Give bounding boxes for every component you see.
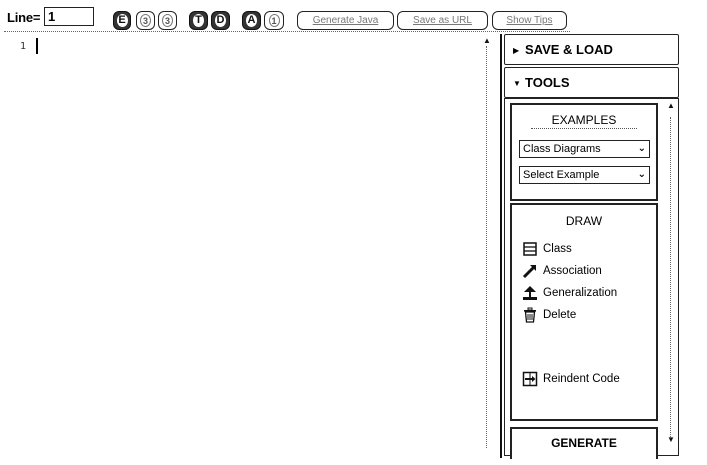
draw-class-tool[interactable]: Class (522, 241, 572, 257)
generate-title: GENERATE (551, 436, 617, 450)
trash-icon (524, 307, 536, 323)
toolbar-button-e[interactable]: E (113, 11, 131, 30)
toolbar-divider (4, 31, 570, 32)
editor-scrollbar[interactable]: ▲ (480, 36, 494, 456)
generate-box[interactable]: GENERATE (510, 427, 658, 459)
draw-title: DRAW (565, 214, 603, 228)
generate-java-button[interactable]: Generate Java (297, 11, 394, 30)
caret-right-icon: ▶ (513, 46, 520, 56)
save-load-label: SAVE & LOAD (525, 42, 613, 57)
editor-scroll-track (486, 46, 487, 448)
draw-box: DRAW Class Association Generalization De… (510, 203, 658, 421)
tools-scroll-track (670, 117, 671, 437)
line-label: Line= (7, 10, 41, 25)
scroll-up-arrow-icon[interactable]: ▲ (665, 101, 677, 111)
toolbar-button-t[interactable]: T (189, 11, 208, 30)
text-cursor (36, 38, 38, 54)
draw-generalization-label: Generalization (543, 287, 618, 299)
tools-label: TOOLS (525, 75, 570, 90)
draw-association-tool[interactable]: Association (522, 263, 602, 279)
chevron-down-icon: ⌄ (637, 169, 646, 180)
toolbar-button-d[interactable]: D (211, 11, 230, 30)
examples-title: EXAMPLES (551, 113, 617, 127)
show-tips-button[interactable]: Show Tips (492, 11, 567, 30)
toolbar-button-a[interactable]: A (242, 11, 261, 30)
generalization-icon (523, 286, 537, 300)
reindent-icon (522, 371, 538, 387)
example-select[interactable]: Select Example ⌄ (519, 166, 650, 184)
side-panel: ▶ SAVE & LOAD ▼ TOOLS EXAMPLES Class Diagr… (500, 34, 679, 459)
draw-delete-label: Delete (543, 309, 577, 321)
save-as-url-button[interactable]: Save as URL (397, 11, 488, 30)
line-number: 1 (20, 41, 27, 52)
top-toolbar: Line= 1 E 3 3 T D A 1 Generate Java Save… (0, 0, 707, 34)
reindent-code-label: Reindent Code (543, 373, 620, 385)
caret-down-icon: ▼ (513, 79, 521, 89)
tools-body: EXAMPLES Class Diagrams ⌄ Select Example… (504, 98, 679, 459)
tools-scrollbar[interactable]: ▲ ▼ (665, 99, 677, 455)
example-category-select[interactable]: Class Diagrams ⌄ (519, 140, 650, 158)
toolbar-button-1[interactable]: 1 (264, 11, 284, 30)
draw-class-label: Class (543, 243, 572, 255)
examples-underline (531, 128, 637, 129)
scroll-up-arrow-icon[interactable]: ▲ (480, 36, 494, 46)
code-editor[interactable]: 1 (0, 34, 484, 454)
class-icon (523, 242, 537, 256)
draw-delete-tool[interactable]: Delete (522, 307, 576, 323)
line-number-input[interactable]: 1 (44, 7, 94, 26)
draw-association-label: Association (543, 265, 602, 277)
examples-box: EXAMPLES Class Diagrams ⌄ Select Example… (510, 103, 658, 201)
reindent-code-button[interactable]: Reindent Code (522, 371, 620, 387)
scroll-down-arrow-icon[interactable]: ▼ (665, 435, 677, 445)
example-category-value: Class Diagrams (523, 143, 601, 155)
toolbar-button-3b[interactable]: 3 (158, 11, 177, 30)
association-icon (522, 265, 536, 279)
example-select-value: Select Example (523, 169, 600, 181)
chevron-down-icon: ⌄ (637, 143, 646, 154)
tools-header[interactable]: ▼ TOOLS (504, 67, 679, 98)
draw-generalization-tool[interactable]: Generalization (522, 285, 617, 301)
save-load-header[interactable]: ▶ SAVE & LOAD (504, 34, 679, 65)
toolbar-button-3a[interactable]: 3 (136, 11, 155, 30)
